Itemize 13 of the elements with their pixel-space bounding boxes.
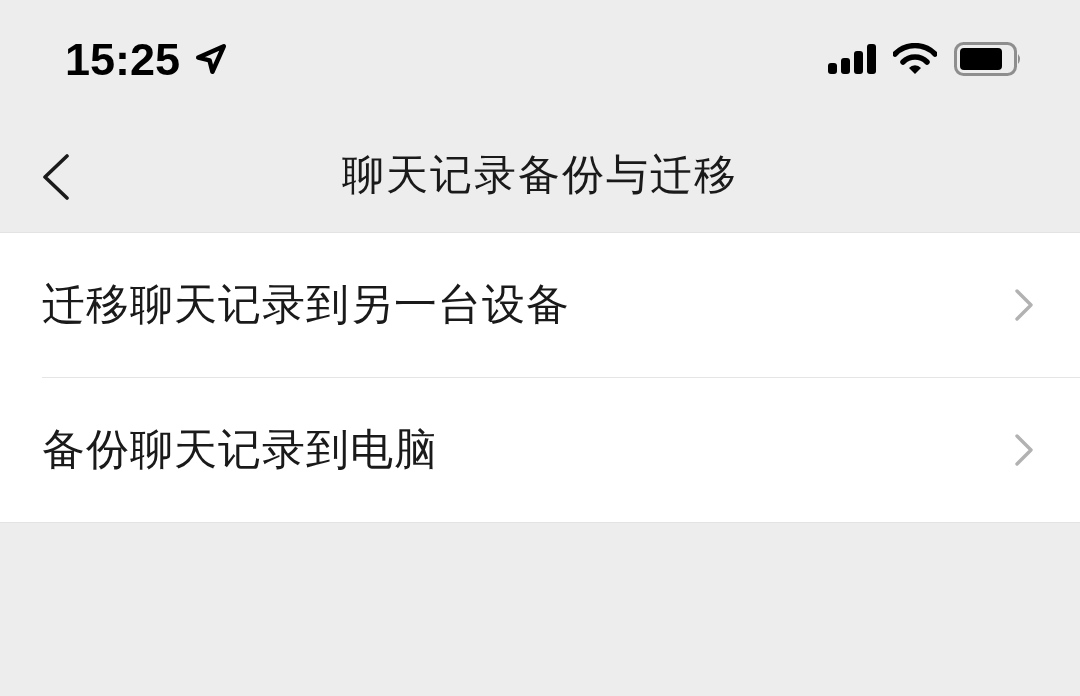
chevron-right-icon [1014, 433, 1034, 467]
signal-icon [828, 44, 876, 74]
menu-item-label: 备份聊天记录到电脑 [42, 423, 438, 476]
menu-item[interactable]: 迁移聊天记录到另一台设备 [42, 233, 1080, 377]
status-time: 15:25 [65, 36, 181, 82]
page-title: 聊天记录备份与迁移 [342, 149, 738, 201]
chevron-right-icon [1014, 288, 1034, 322]
battery-icon [954, 42, 1022, 76]
back-icon [42, 154, 70, 200]
menu-item-label: 迁移聊天记录到另一台设备 [42, 278, 570, 331]
menu-item[interactable]: 备份聊天记录到电脑 [42, 377, 1080, 522]
wifi-icon [893, 43, 937, 75]
location-arrow-icon [194, 42, 229, 76]
